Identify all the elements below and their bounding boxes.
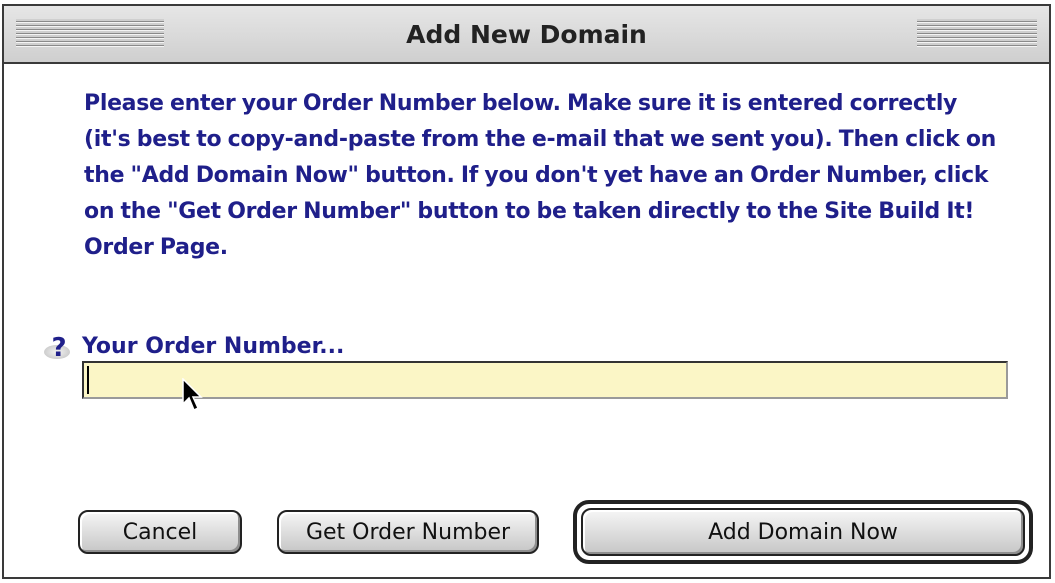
mouse-pointer-icon: [182, 378, 203, 412]
order-number-input[interactable]: [82, 361, 1008, 399]
window-title: Add New Domain: [406, 20, 647, 49]
get-order-number-button[interactable]: Get Order Number: [277, 510, 539, 554]
cancel-button[interactable]: Cancel: [78, 510, 242, 554]
order-number-label: Your Order Number...: [82, 334, 345, 359]
instructions-text: Please enter your Order Number below. Ma…: [84, 91, 997, 260]
title-bar[interactable]: Add New Domain: [4, 6, 1049, 64]
title-bar-stripes-right: [917, 19, 1037, 47]
text-caret: [87, 366, 89, 394]
add-domain-now-button[interactable]: Add Domain Now: [581, 508, 1025, 556]
question-mark-icon[interactable]: ?: [44, 333, 74, 363]
